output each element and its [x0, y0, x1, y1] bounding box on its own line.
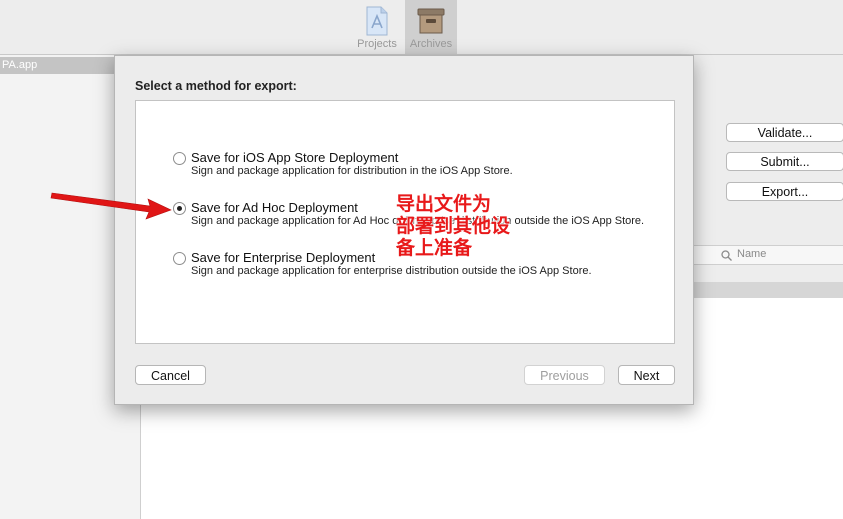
- tab-archives[interactable]: Archives: [405, 0, 457, 54]
- tab-projects[interactable]: Projects: [351, 0, 403, 54]
- option-description: Sign and package application for enterpr…: [191, 265, 592, 277]
- archives-label: Archives: [409, 38, 453, 50]
- cancel-button[interactable]: Cancel: [135, 365, 206, 385]
- option-title: Save for iOS App Store Deployment: [191, 150, 399, 165]
- archive-box-icon: [417, 8, 445, 34]
- sheet-title: Select a method for export:: [135, 79, 297, 93]
- search-column-label: Name: [737, 248, 767, 260]
- search-field[interactable]: Name: [693, 245, 843, 265]
- option-title: Save for Ad Hoc Deployment: [191, 200, 358, 215]
- next-button[interactable]: Next: [618, 365, 675, 385]
- annotation-line-1: 导出文件为: [396, 193, 492, 215]
- radio-app-store[interactable]: [173, 152, 186, 165]
- radio-ad-hoc[interactable]: [173, 202, 186, 215]
- list-header-band: [693, 282, 843, 298]
- annotation-line-2: 部署到其他设: [396, 215, 511, 237]
- previous-button[interactable]: Previous: [524, 365, 605, 385]
- projects-label: Projects: [357, 38, 397, 50]
- annotation-line-3: 备上准备: [396, 237, 473, 259]
- submit-button[interactable]: Submit...: [726, 152, 843, 171]
- search-icon: [721, 250, 732, 261]
- toolbar: Projects Archives: [0, 0, 843, 55]
- option-description: Sign and package application for distrib…: [191, 165, 513, 177]
- option-title: Save for Enterprise Deployment: [191, 250, 376, 265]
- annotation-text: 导出文件为 部署到其他设 备上准备: [396, 193, 546, 259]
- export-button[interactable]: Export...: [726, 182, 843, 201]
- projects-icon: [366, 6, 388, 36]
- validate-button[interactable]: Validate...: [726, 123, 843, 142]
- option-app-store[interactable]: Save for iOS App Store Deployment Sign a…: [173, 150, 663, 182]
- radio-enterprise[interactable]: [173, 252, 186, 265]
